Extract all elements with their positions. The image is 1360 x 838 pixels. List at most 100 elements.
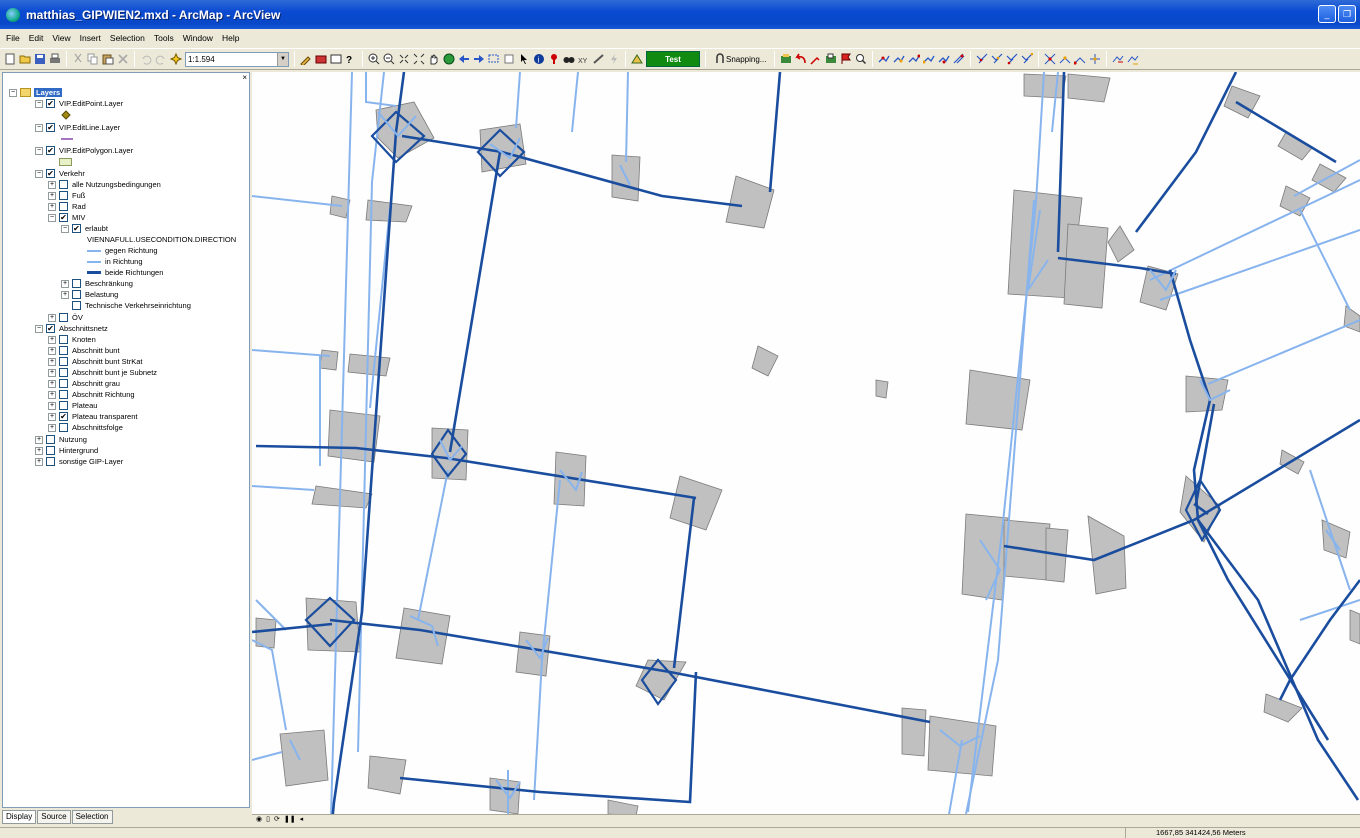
toc-row-abschnitt-grau[interactable]: + Abschnitt grau	[48, 378, 120, 389]
layer-visibility-checkbox[interactable]	[72, 301, 81, 310]
toc-row-plateau-transparent[interactable]: + ✔ Plateau transparent	[48, 411, 137, 422]
layer-visibility-checkbox[interactable]	[59, 202, 68, 211]
toc-row-alle-nutzungsbedingungen[interactable]: + alle Nutzungsbedingungen	[48, 179, 161, 190]
arctoolbox-icon[interactable]	[315, 53, 327, 65]
vertex-tool-3-icon[interactable]	[908, 53, 921, 65]
layer-visibility-checkbox[interactable]: ✔	[46, 169, 55, 178]
collapse-icon[interactable]: −	[35, 324, 43, 333]
copy-icon[interactable]	[87, 53, 99, 65]
find-binoculars-icon[interactable]	[563, 53, 575, 65]
minimize-button[interactable]: _	[1318, 5, 1336, 23]
layer-visibility-checkbox[interactable]	[72, 279, 81, 288]
collapse-icon[interactable]: −	[61, 224, 69, 233]
whats-this-icon[interactable]: ?	[345, 53, 357, 66]
vertex-tool-1-icon[interactable]	[878, 53, 891, 65]
split-tool-4-icon[interactable]	[1021, 52, 1034, 65]
toc-row-verkehr[interactable]: − ✔ Verkehr	[35, 168, 85, 179]
forward-arrow-icon[interactable]	[473, 53, 485, 65]
tab-source[interactable]: Source	[37, 810, 71, 824]
layer-visibility-checkbox[interactable]	[59, 346, 68, 355]
go-to-xy-icon[interactable]: XY	[578, 53, 590, 65]
layout-view-icon[interactable]: ▯	[266, 815, 270, 823]
toc-row-hintergrund[interactable]: + Hintergrund	[35, 445, 98, 456]
split-tool-1-icon[interactable]	[976, 53, 988, 65]
toc-row-knoten[interactable]: + Knoten	[48, 334, 96, 345]
layer-visibility-checkbox[interactable]: ✔	[72, 224, 81, 233]
search-icon[interactable]	[855, 53, 867, 65]
layer-visibility-checkbox[interactable]	[59, 335, 68, 344]
chevron-down-icon[interactable]: ▼	[277, 52, 288, 66]
toc-row-editpoint[interactable]: − ✔ VIP.EditPoint.Layer	[35, 98, 123, 109]
toc-row-editpolygon[interactable]: − ✔ VIP.EditPolygon.Layer	[35, 145, 133, 156]
layer-visibility-checkbox[interactable]	[46, 446, 55, 455]
full-extent-globe-icon[interactable]	[443, 53, 455, 65]
expand-icon[interactable]: +	[48, 202, 56, 211]
layer-visibility-checkbox[interactable]: ✔	[46, 123, 55, 132]
layer-visibility-checkbox[interactable]: ✔	[46, 146, 55, 155]
layer-visibility-checkbox[interactable]	[46, 435, 55, 444]
measure-icon[interactable]	[593, 53, 605, 65]
fixed-zoom-out-icon[interactable]	[413, 53, 425, 65]
collapse-icon[interactable]: −	[35, 169, 43, 178]
layer-visibility-checkbox[interactable]	[59, 191, 68, 200]
layer-visibility-checkbox[interactable]	[59, 357, 68, 366]
tab-display[interactable]: Display	[2, 810, 37, 824]
toc-row-abschnittsnetz[interactable]: − ✔ Abschnittsnetz	[35, 323, 108, 334]
flag-icon[interactable]	[840, 53, 852, 65]
toc-row-abschnitt-bunt-subnetz[interactable]: + Abschnitt bunt je Subnetz	[48, 367, 157, 378]
snapping-button[interactable]: Snapping...	[711, 51, 769, 67]
collapse-icon[interactable]: −	[48, 213, 56, 222]
layer-visibility-checkbox[interactable]	[59, 390, 68, 399]
toc-row-miv[interactable]: − ✔ MIV	[48, 212, 85, 223]
collapse-icon[interactable]: −	[35, 123, 43, 132]
layer-visibility-checkbox[interactable]	[59, 379, 68, 388]
expand-icon[interactable]: +	[48, 412, 56, 421]
reshape-icon[interactable]	[810, 53, 822, 65]
layer-visibility-checkbox[interactable]: ✔	[59, 412, 68, 421]
layer-visibility-checkbox[interactable]	[59, 368, 68, 377]
collapse-icon[interactable]: −	[35, 146, 43, 155]
expand-icon[interactable]: +	[48, 423, 56, 432]
route-tool-1-icon[interactable]	[1112, 53, 1124, 65]
layer-visibility-checkbox[interactable]: ✔	[46, 99, 55, 108]
undo-icon[interactable]	[140, 53, 152, 65]
expand-icon[interactable]: +	[35, 446, 43, 455]
command-line-icon[interactable]	[330, 53, 342, 65]
layer-edit-icon[interactable]	[825, 53, 837, 65]
data-view-icon[interactable]: ◉	[256, 815, 262, 823]
layer-visibility-checkbox[interactable]: ✔	[46, 324, 55, 333]
toc-row-abschnitt-bunt[interactable]: + Abschnitt bunt	[48, 345, 120, 356]
expand-icon[interactable]: +	[48, 390, 56, 399]
split-tool-3-icon[interactable]	[1006, 53, 1018, 65]
refresh-icon[interactable]: ⟳	[274, 815, 280, 823]
toc-row-plateau[interactable]: + Plateau	[48, 400, 97, 411]
toc-row-erlaubt[interactable]: − ✔ erlaubt	[61, 223, 108, 234]
restore-button[interactable]: ❐	[1338, 5, 1356, 23]
vertex-tool-5-icon[interactable]	[938, 53, 951, 65]
toc-row-abschnittsfolge[interactable]: + Abschnittsfolge	[48, 422, 123, 433]
node-tool-4-icon[interactable]	[1089, 53, 1101, 65]
menu-window[interactable]: Window	[183, 33, 213, 43]
collapse-icon[interactable]: −	[35, 99, 43, 108]
expand-icon[interactable]: +	[48, 379, 56, 388]
node-tool-1-icon[interactable]	[1044, 53, 1056, 65]
toc-row-beschraenkung[interactable]: + Beschränkung	[61, 278, 133, 289]
expand-icon[interactable]: +	[35, 435, 43, 444]
layer-visibility-checkbox[interactable]	[59, 423, 68, 432]
add-data-icon[interactable]	[169, 52, 183, 66]
toc-row-rad[interactable]: + Rad	[48, 201, 86, 212]
toc-row-belastung[interactable]: + Belastung	[61, 289, 118, 300]
toc-row-abschnitt-richtung[interactable]: + Abschnitt Richtung	[48, 389, 135, 400]
layer-visibility-checkbox[interactable]	[72, 290, 81, 299]
tab-selection[interactable]: Selection	[71, 810, 113, 824]
cut-icon[interactable]	[72, 53, 84, 65]
redo-icon[interactable]	[155, 53, 167, 65]
paste-icon[interactable]	[102, 53, 114, 65]
save-icon[interactable]	[34, 53, 46, 65]
menu-tools[interactable]: Tools	[154, 33, 174, 43]
expand-icon[interactable]: +	[61, 290, 69, 299]
expand-icon[interactable]: +	[48, 335, 56, 344]
expand-icon[interactable]: +	[35, 457, 43, 466]
toc-row-technische-verkehrseinrichtung[interactable]: Technische Verkehrseinrichtung	[72, 300, 191, 311]
undo-edit-icon[interactable]	[795, 53, 807, 65]
